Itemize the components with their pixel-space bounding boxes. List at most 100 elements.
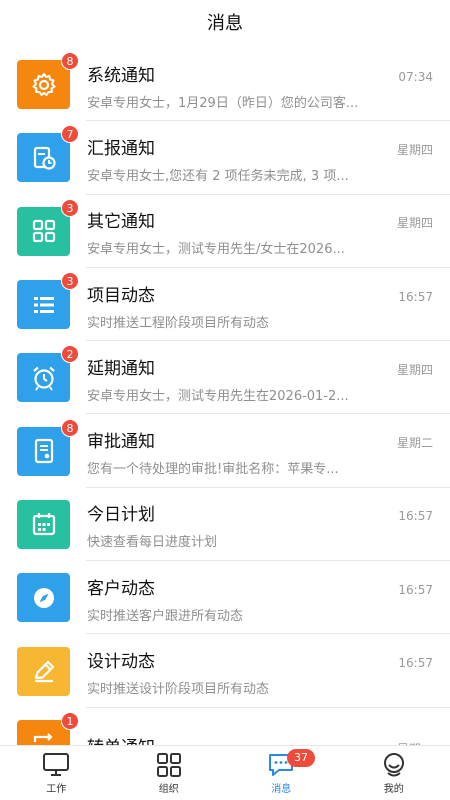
category-icon-box: 8: [17, 418, 79, 476]
message-header-line: 汇报通知 星期四: [87, 134, 433, 159]
header: 消息: [0, 0, 450, 44]
message-row[interactable]: 8 系统通知 07:34 安卓专用女士，1月29日（昨日）您的公司客...: [0, 48, 450, 122]
category-icon-box: 8: [17, 52, 79, 110]
message-text: 设计动态 16:57 实时推送设计阶段项目所有动态: [87, 645, 433, 697]
message-preview: 快速查看每日进度计划: [87, 535, 218, 551]
message-row[interactable]: 7 汇报通知 星期四安卓专用女士,您还有 2 项任务未完成, 3 项...: [0, 121, 450, 195]
message-preview: 实时推送客户跟进所有动态: [87, 608, 244, 624]
category-icon-box: 3: [17, 198, 79, 256]
gear-icon: [32, 72, 55, 96]
message-title: 转单通知: [87, 733, 155, 745]
grid-icon: [32, 220, 55, 243]
message-time: 星期四: [396, 362, 433, 377]
calendar-icon: [32, 513, 55, 536]
message-row[interactable]: 3 项目动态 16:57 实时推送工程阶段项目所有动态: [0, 268, 450, 342]
category-icon-box: [17, 646, 70, 696]
message-title: 系统通知: [87, 65, 155, 86]
compass-icon: [33, 587, 54, 608]
message-row[interactable]: 8 审批通知 星期二您有一个待处理的审批!审批名称：苹果专...: [0, 414, 450, 488]
message-title: 汇报通知: [87, 138, 155, 159]
pencil-icon: [34, 660, 54, 683]
message-text: 系统通知 07:34 安卓专用女士，1月29日（昨日）您的公司客...: [87, 59, 433, 111]
approval-document-icon: [34, 439, 53, 464]
message-list: 8 系统通知 07:34 安卓专用女士，1月29日（昨日）您的公司客... 7 汇报通知星…: [0, 48, 450, 745]
message-time: 16:57: [398, 289, 433, 304]
unread-badge: 8: [61, 418, 79, 437]
message-title: 设计动态: [87, 652, 155, 673]
grid-icon: [156, 752, 181, 777]
unread-count-badge: 37: [287, 749, 315, 767]
message-title: 审批通知: [87, 432, 155, 453]
message-preview: 实时推送工程阶段项目所有动态: [87, 315, 270, 331]
message-text: 延期通知 星期四安卓专用女士，测试专用先生在2026-01-2...: [87, 352, 433, 404]
message-time: 星期四: [396, 216, 433, 231]
message-title: 客户动态: [87, 578, 155, 599]
report-clock-icon: [33, 146, 56, 170]
category-icon-box: [17, 573, 70, 623]
message-text: 今日计划 16:57 快速查看每日进度计划: [87, 498, 433, 550]
message-title: 项目动态: [87, 285, 155, 306]
message-time: 星期四: [396, 142, 433, 157]
unread-badge: 2: [61, 345, 79, 364]
message-text: 审批通知 星期二您有一个待处理的审批!审批名称：苹果专...: [87, 425, 433, 477]
message-text: 客户动态 16:57 实时推送客户跟进所有动态: [87, 572, 433, 624]
message-header-line: 今日计划 16:57: [87, 500, 433, 525]
message-preview: 安卓专用女士，测试专用先生在2026-01-2...: [87, 388, 349, 404]
category-icon-box: 3: [17, 272, 79, 330]
tab-work[interactable]: 工作: [0, 746, 113, 800]
message-title: 今日计划: [87, 505, 155, 526]
message-header-line: 审批通知 星期二: [87, 427, 433, 452]
message-row[interactable]: 1 转单通知星期一: [0, 708, 450, 745]
unread-badge: 3: [61, 272, 79, 291]
message-header-line: 系统通知 07:34: [87, 61, 433, 86]
message-row[interactable]: 设计动态 16:57 实时推送设计阶段项目所有动态: [0, 634, 450, 708]
message-header-line: 延期通知 星期四: [87, 354, 433, 379]
alarm-clock-icon: [32, 366, 55, 391]
message-preview: 安卓专用女士,您还有 2 项任务未完成, 3 项...: [87, 168, 349, 184]
message-time: 16:57: [398, 509, 433, 524]
message-text: 项目动态 16:57 实时推送工程阶段项目所有动态: [87, 279, 433, 331]
tab-work-label: 工作: [46, 783, 67, 795]
message-time: 16:57: [398, 656, 433, 671]
message-header-line: 客户动态 16:57: [87, 574, 433, 599]
transfer-icon: [33, 733, 53, 743]
message-time: 星期二: [396, 436, 433, 451]
message-preview: 安卓专用女士，测试专用先生/女士在2026...: [87, 242, 345, 258]
message-header-line: 项目动态 16:57: [87, 281, 433, 306]
message-time: 07:34: [398, 69, 433, 84]
message-preview: 实时推送设计阶段项目所有动态: [87, 682, 270, 698]
message-row[interactable]: 2 延期通知 星期四安卓专用女士，测试专用先生在2026-01-2...: [0, 341, 450, 415]
unread-badge: 7: [61, 125, 79, 144]
message-title: 其它通知: [87, 212, 155, 233]
message-preview: 安卓专用女士，1月29日（昨日）您的公司客...: [87, 95, 359, 111]
category-icon-box: 7: [17, 125, 79, 183]
category-icon-box: 2: [17, 345, 79, 403]
message-row[interactable]: 今日计划 16:57 快速查看每日进度计划: [0, 488, 450, 562]
message-row[interactable]: 3 其它通知 星期四安卓专用女士，测试专用先生/女士在2026...: [0, 195, 450, 268]
message-time: 16:57: [398, 582, 433, 597]
message-text: 其它通知 星期四安卓专用女士，测试专用先生/女士在2026...: [87, 205, 433, 257]
tab-messages-label: 消息: [271, 783, 292, 795]
tab-messages[interactable]: 消息 37: [225, 746, 338, 800]
list-icon: [33, 296, 54, 313]
message-header-line: 转单通知星期一: [87, 733, 433, 745]
tab-mine-label: 我的: [383, 783, 404, 795]
unread-badge: 1: [61, 711, 79, 730]
unread-badge: 8: [61, 52, 79, 71]
message-header-line: 其它通知 星期四: [87, 207, 433, 232]
message-preview: 您有一个待处理的审批!审批名称：苹果专...: [87, 462, 339, 478]
unread-badge: 3: [61, 198, 79, 217]
user-icon: [383, 752, 404, 776]
page-title: 消息: [207, 13, 243, 34]
category-icon-box: [17, 499, 70, 549]
message-row[interactable]: 客户动态 16:57 实时推送客户跟进所有动态: [0, 561, 450, 635]
message-header-line: 设计动态 16:57: [87, 647, 433, 672]
message-title: 延期通知: [87, 358, 155, 379]
monitor-icon: [43, 752, 70, 776]
category-icon-box: 1: [17, 711, 79, 745]
tab-mine[interactable]: 我的: [338, 746, 450, 800]
message-text: 汇报通知 星期四安卓专用女士,您还有 2 项任务未完成, 3 项...: [87, 132, 433, 184]
message-text: 转单通知星期一: [87, 731, 433, 745]
tab-organization-label: 组织: [158, 783, 179, 795]
tab-organization[interactable]: 组织: [113, 746, 226, 800]
